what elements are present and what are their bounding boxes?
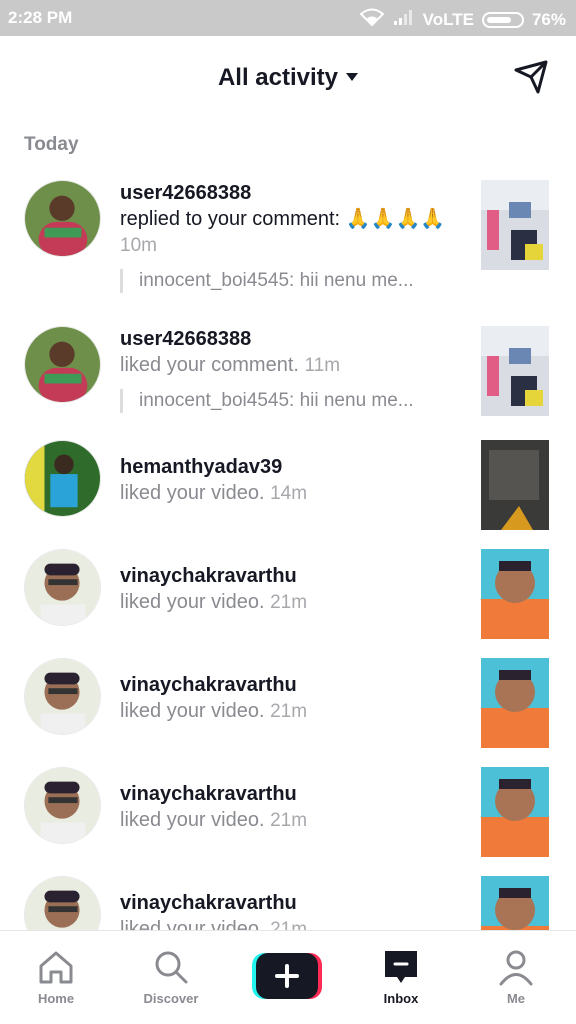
tab-discover[interactable]: Discover (121, 931, 221, 1024)
action-text: liked your video. (120, 809, 265, 831)
notification-text: liked your video. 21m (120, 589, 460, 616)
timestamp: 21m (270, 919, 308, 930)
avatar[interactable] (24, 876, 101, 930)
tab-discover-label: Discover (143, 991, 199, 1006)
status-bar: 2:28 PM VoLTE 76% (0, 0, 576, 36)
network-label: VoLTE (422, 9, 474, 29)
timestamp: 21m (270, 810, 308, 831)
notification-text: liked your video. 21m (120, 807, 460, 834)
video-thumbnail[interactable] (481, 767, 549, 857)
video-thumbnail[interactable] (481, 658, 549, 748)
notification-text: liked your comment. 11m (120, 352, 460, 379)
tab-me-label: Me (506, 991, 526, 1006)
video-thumbnail[interactable] (481, 180, 549, 270)
username[interactable]: user42668388 (120, 326, 460, 352)
video-thumbnail[interactable] (481, 440, 549, 530)
video-thumbnail[interactable] (481, 326, 549, 416)
direct-message-icon[interactable] (512, 58, 550, 96)
notification-text: replied to your comment: 🙏🙏🙏🙏 10m (120, 206, 460, 259)
activity-filter-dropdown[interactable]: All activity (0, 64, 576, 92)
battery-percent: 76% (531, 9, 566, 29)
comment-quote[interactable]: innocent_boi4545: hii nenu me... (120, 389, 460, 413)
timestamp: 10m (120, 235, 157, 256)
video-thumbnail[interactable] (481, 549, 549, 639)
inbox-icon (385, 951, 417, 983)
avatar[interactable] (24, 767, 101, 844)
action-text: replied to your comment: (120, 208, 346, 230)
header: All activity (0, 36, 576, 122)
video-thumbnail[interactable] (481, 876, 549, 930)
avatar[interactable] (24, 180, 101, 257)
section-header-today: Today (24, 134, 79, 155)
search-icon (155, 951, 188, 984)
action-text: liked your comment. (120, 354, 299, 376)
tab-home[interactable]: Home (6, 931, 106, 1024)
emoji-text: 🙏🙏🙏🙏 (345, 208, 446, 230)
avatar[interactable] (24, 326, 101, 403)
avatar[interactable] (24, 440, 101, 517)
username[interactable]: vinaychakravarthu (120, 672, 460, 698)
action-text: liked your video. (120, 591, 265, 613)
action-text: liked your video. (120, 700, 265, 722)
tab-inbox-label: Inbox (383, 991, 419, 1006)
caret-down-icon (346, 72, 359, 81)
username[interactable]: hemanthyadav39 (120, 454, 460, 480)
avatar[interactable] (24, 658, 101, 735)
tab-me[interactable]: Me (466, 931, 566, 1024)
profile-icon (499, 950, 533, 986)
battery-icon (481, 11, 524, 28)
action-text: liked your video. (120, 918, 265, 930)
status-indicators: VoLTE 76% (359, 7, 566, 32)
username[interactable]: vinaychakravarthu (120, 781, 460, 807)
timestamp: 21m (270, 701, 308, 722)
notification-text: liked your video. 21m (120, 698, 460, 725)
bottom-tab-bar: Home Discover Inbox Me (0, 930, 576, 1024)
timestamp: 14m (270, 483, 308, 504)
username[interactable]: user42668388 (120, 180, 460, 206)
wifi-icon (359, 7, 385, 32)
home-icon (39, 951, 73, 984)
signal-icon (393, 8, 415, 31)
tab-home-label: Home (37, 991, 75, 1006)
status-time: 2:28 PM (8, 8, 73, 27)
action-text: liked your video. (120, 482, 265, 504)
notification-list[interactable]: user42668388 replied to your comment: 🙏🙏… (0, 168, 576, 930)
avatar[interactable] (24, 549, 101, 626)
timestamp: 11m (304, 355, 341, 376)
notification-text: liked your video. 14m (120, 480, 460, 507)
username[interactable]: vinaychakravarthu (120, 890, 460, 916)
page-title: All activity (217, 64, 339, 91)
tab-inbox[interactable]: Inbox (351, 931, 451, 1024)
comment-quote[interactable]: innocent_boi4545: hii nenu me... (120, 269, 460, 293)
timestamp: 21m (270, 592, 308, 613)
notification-text: liked your video. 21m (120, 916, 460, 930)
username[interactable]: vinaychakravarthu (120, 563, 460, 589)
create-video-button[interactable] (252, 953, 322, 999)
